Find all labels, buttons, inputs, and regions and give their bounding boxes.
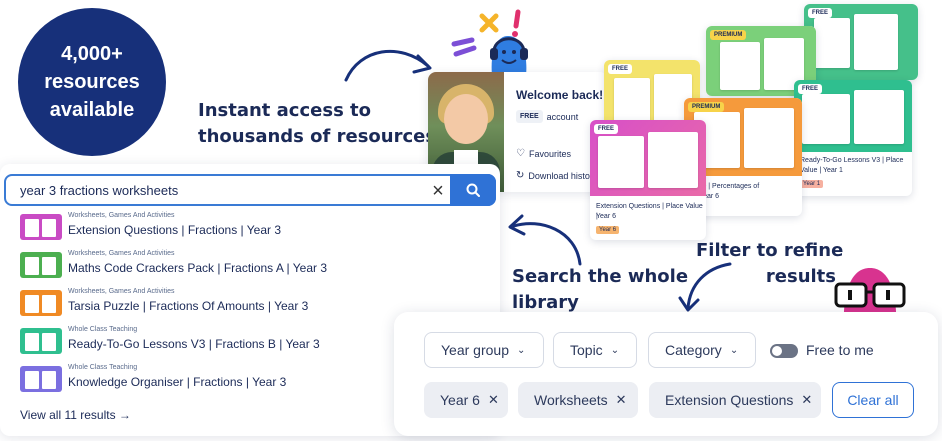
result-title: Ready-To-Go Lessons V3 | Fractions B | Y…	[68, 337, 320, 351]
search-result-2[interactable]: Worksheets, Games And Activities Maths C…	[20, 250, 490, 282]
resource-card-free-top[interactable]: FREE	[804, 4, 918, 80]
search-icon	[466, 183, 480, 197]
headline-search: Search the whole library	[512, 264, 688, 316]
search-button[interactable]	[450, 174, 496, 206]
filter-chip-worksheets[interactable]: Worksheets ✕	[518, 382, 638, 418]
result-thumbnail	[20, 366, 62, 392]
account-type: FREE account	[516, 110, 578, 123]
download-history-link[interactable]: ↻ Download histo	[516, 170, 590, 181]
chip-label: Worksheets	[534, 392, 608, 408]
year-tag: Year 1	[800, 180, 824, 188]
premium-ribbon: PREMIUM	[688, 102, 725, 112]
result-category: Worksheets, Games And Activities	[68, 288, 175, 295]
result-thumbnail	[20, 290, 62, 316]
remove-chip-icon[interactable]: ✕	[801, 392, 812, 408]
chip-label: Year 6	[440, 392, 480, 408]
result-thumbnail	[20, 214, 62, 240]
search-result-1[interactable]: Worksheets, Games And Activities Extensi…	[20, 212, 490, 244]
filter-chip-year-6[interactable]: Year 6 ✕	[424, 382, 508, 418]
free-ribbon: FREE	[808, 8, 833, 18]
free-to-me-label: Free to me	[806, 342, 874, 358]
remove-chip-icon[interactable]: ✕	[616, 392, 627, 408]
resource-card-ready-to-go[interactable]: FREE Ready-To-Go Lessons V3 | Place Valu…	[794, 80, 912, 196]
chevron-down-icon: ⌄	[516, 344, 526, 356]
ready-title-2: Value | Year 1	[800, 167, 843, 174]
premium-ribbon: PREMIUM	[710, 30, 747, 40]
result-category: Worksheets, Games And Activities	[68, 250, 175, 257]
resource-card-extension[interactable]: FREE Extension Questions | Place Value |…	[590, 120, 706, 240]
history-icon: ↻	[516, 170, 525, 181]
headline-access-line-2: thousands of resources	[198, 126, 437, 147]
heart-icon: ♡	[516, 148, 525, 159]
free-ribbon: FREE	[798, 84, 823, 94]
favourites-label: Favourites	[528, 148, 571, 159]
headline-search-line-1: Search the whole	[512, 266, 689, 287]
curved-arrow-icon	[508, 214, 582, 266]
chevron-down-icon: ⌄	[729, 344, 739, 356]
result-category: Worksheets, Games And Activities	[68, 212, 175, 219]
filter-panel: Year group ⌄ Topic ⌄ Category ⌄ Free to …	[394, 312, 938, 436]
account-label: account	[546, 111, 579, 122]
free-to-me-toggle[interactable]	[770, 344, 798, 358]
welcome-title: Welcome back!	[516, 88, 604, 102]
free-ribbon: FREE	[594, 124, 619, 134]
badge-line-2: resources	[44, 71, 140, 93]
result-title: Knowledge Organiser | Fractions | Year 3	[68, 375, 287, 389]
mascot-headphones-icon	[451, 9, 528, 76]
resources-badge: 4,000+ resources available	[18, 8, 166, 156]
extension-title-2: Year 6	[596, 213, 616, 220]
result-thumbnail	[20, 328, 62, 354]
year-group-dropdown[interactable]: Year group ⌄	[424, 332, 544, 368]
year-tag: Year 6	[596, 226, 620, 234]
badge-line-3: available	[49, 99, 135, 121]
result-category: Whole Class Teaching	[68, 364, 138, 371]
dropdown-label: Year group	[441, 342, 509, 358]
search-input[interactable]: year 3 fractions worksheets ×	[4, 174, 496, 206]
category-dropdown[interactable]: Category ⌄	[648, 332, 756, 368]
favourites-link[interactable]: ♡ Favourites	[516, 148, 571, 159]
result-title: Maths Code Crackers Pack | Fractions A |…	[68, 261, 328, 275]
curved-arrow-icon	[344, 49, 432, 82]
result-title: Tarsia Puzzle | Fractions Of Amounts | Y…	[68, 299, 309, 313]
dropdown-label: Category	[665, 342, 722, 358]
curved-arrow-icon	[678, 262, 732, 312]
free-tag: FREE	[516, 110, 543, 123]
topic-dropdown[interactable]: Topic ⌄	[553, 332, 637, 368]
badge-line-1: 4,000+	[61, 43, 123, 65]
headline-access-line-1: Instant access to	[198, 100, 372, 121]
result-title: Extension Questions | Fractions | Year 3	[68, 223, 282, 237]
chevron-down-icon: ⌄	[610, 344, 620, 356]
search-query: year 3 fractions worksheets	[20, 183, 179, 198]
result-category: Whole Class Teaching	[68, 326, 138, 333]
result-thumbnail	[20, 252, 62, 278]
dropdown-label: Topic	[570, 342, 603, 358]
headline-access: Instant access to thousands of resources	[198, 98, 436, 150]
free-ribbon: FREE	[608, 64, 633, 74]
ready-title-1: Ready-To-Go Lessons V3 | Place	[800, 157, 904, 164]
download-history-label: Download histo	[528, 170, 590, 181]
chip-label: Extension Questions	[665, 392, 794, 408]
filter-chip-extension-questions[interactable]: Extension Questions ✕	[649, 382, 821, 418]
clear-all-button[interactable]: Clear all	[832, 382, 914, 418]
view-all-results-link[interactable]: View all 11 results →	[20, 408, 131, 422]
remove-chip-icon[interactable]: ✕	[488, 392, 499, 408]
clear-search-icon[interactable]: ×	[426, 178, 450, 204]
